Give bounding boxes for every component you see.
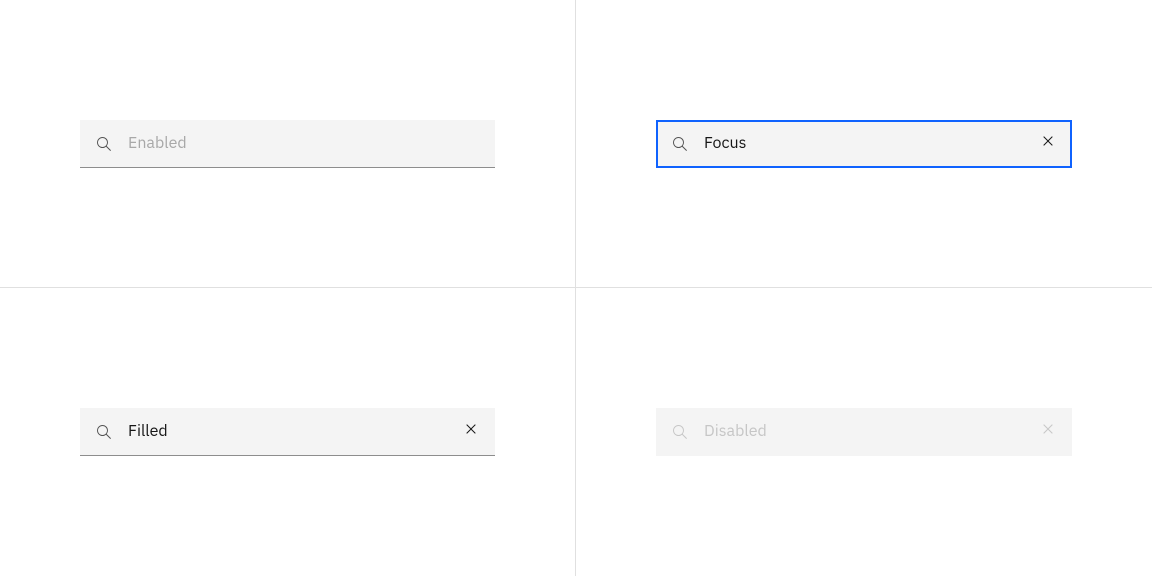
clear-button[interactable] <box>1024 120 1072 168</box>
search-icon <box>656 408 704 456</box>
search-placeholder: Disabled <box>704 420 1024 442</box>
search-icon <box>80 408 128 456</box>
cell-disabled: Disabled <box>576 288 1152 576</box>
search-field-disabled: Disabled <box>656 408 1072 456</box>
search-field-filled[interactable]: Filled <box>80 408 495 456</box>
close-icon <box>463 421 479 442</box>
search-states-grid: Enabled Focus Filled <box>0 0 1152 576</box>
search-placeholder: Enabled <box>128 132 495 154</box>
search-value: Filled <box>128 420 447 442</box>
search-icon <box>80 120 128 168</box>
search-icon <box>656 120 704 168</box>
clear-button[interactable] <box>447 408 495 456</box>
cell-focus: Focus <box>576 0 1152 288</box>
search-field-enabled[interactable]: Enabled <box>80 120 495 168</box>
close-icon <box>1040 133 1056 154</box>
clear-button <box>1024 408 1072 456</box>
search-field-focus[interactable]: Focus <box>656 120 1072 168</box>
close-icon <box>1040 421 1056 442</box>
cell-enabled: Enabled <box>0 0 576 288</box>
search-value: Focus <box>704 132 1024 154</box>
cell-filled: Filled <box>0 288 576 576</box>
